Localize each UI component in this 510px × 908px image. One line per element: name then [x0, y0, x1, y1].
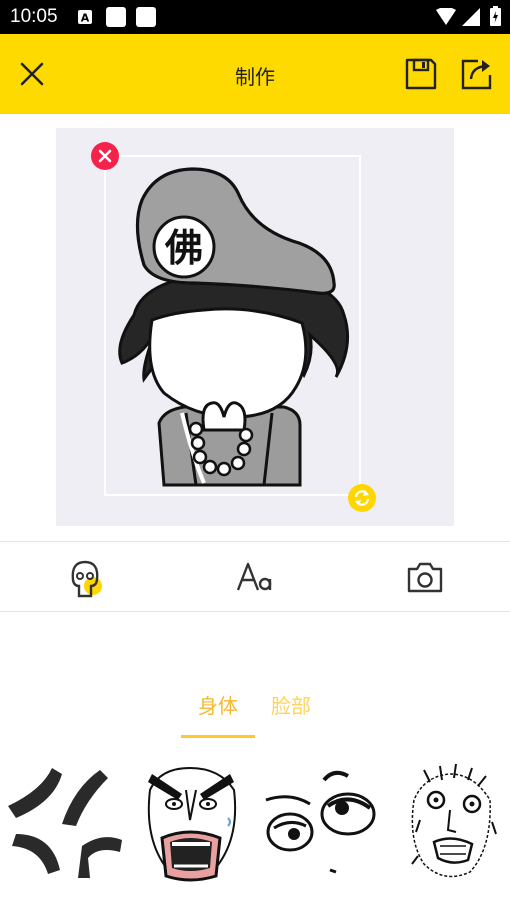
selection-frame[interactable] — [104, 155, 361, 496]
delete-x-icon[interactable] — [91, 142, 119, 170]
svg-text:A: A — [81, 12, 90, 25]
sticker-shocked-face[interactable] — [394, 760, 508, 890]
notification-a-icon: A — [78, 10, 92, 24]
rotate-icon[interactable] — [348, 484, 376, 512]
tab-body[interactable]: 身体 — [198, 690, 238, 719]
wifi-icon — [436, 8, 456, 25]
share-icon[interactable] — [460, 57, 494, 91]
tab-active-indicator — [181, 735, 255, 738]
category-tabs: 身体 脸部 — [0, 686, 510, 746]
notification-square-icon — [106, 7, 126, 27]
status-time: 10:05 — [10, 6, 58, 27]
sticker-rage-face[interactable] — [140, 760, 242, 890]
tool-bar — [0, 542, 510, 612]
battery-icon — [490, 6, 501, 26]
tab-face[interactable]: 脸部 — [271, 690, 311, 719]
divider — [0, 611, 510, 612]
camera-icon[interactable] — [403, 556, 447, 600]
app-bar: 制作 — [0, 34, 510, 114]
sticker-anger-mark[interactable] — [2, 760, 124, 890]
sticker-face-icon[interactable] — [63, 556, 107, 600]
status-bar: 10:05 A — [0, 0, 510, 34]
sticker-side-eye-face[interactable] — [260, 760, 378, 890]
notification-square-icon — [136, 7, 156, 27]
signal-icon — [462, 8, 480, 26]
save-icon[interactable] — [404, 57, 438, 91]
text-aa-icon[interactable] — [234, 556, 278, 600]
